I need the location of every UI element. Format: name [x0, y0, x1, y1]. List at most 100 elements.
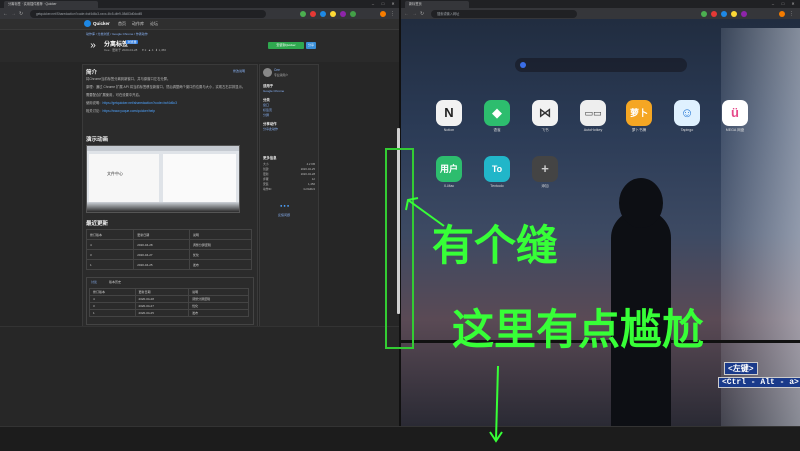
awkward-arrow [489, 366, 503, 443]
extension-icon[interactable] [711, 10, 717, 17]
like-icon[interactable]: ♥ [142, 48, 144, 52]
action-stats: ♥ 2 ▲ 4 ⬇ 1,456 [142, 48, 167, 52]
app-tile[interactable]: ☺ [674, 100, 700, 126]
app-icon: ▭▭ [584, 108, 602, 118]
author-role: 专业版用户 [274, 73, 288, 77]
app-tile-label[interactable]: AutoHotkey [573, 128, 613, 132]
tag[interactable]: 分屏 [263, 113, 269, 117]
maximize-icon[interactable]: □ [778, 0, 788, 8]
extension-icon[interactable] [721, 10, 727, 17]
app-tile[interactable]: ü [722, 100, 748, 126]
breadcrumb-item[interactable]: 作者动作 [136, 32, 148, 36]
right-url-field[interactable]: 搜索或输入网址 [431, 9, 577, 18]
forward-icon[interactable]: → [412, 11, 418, 17]
left-url-field[interactable]: getquicker.net/Sharedaction?code=bcf4d6c… [30, 9, 266, 18]
table-row: 4 2020-04-28 调整分屏逻辑 [89, 295, 249, 303]
right-active-tab[interactable]: 新标签页 [405, 1, 469, 8]
left-active-tab[interactable]: 分离标签 · 实用插件推荐 · Quicker [4, 1, 98, 8]
reload-icon[interactable]: ↻ [19, 11, 25, 17]
discussion-panel: 讨论 版本历史 修订版本 更新日期 说明 4 2020-04-28 调整分屏逻辑… [86, 277, 254, 325]
share-button[interactable]: 分享 [306, 42, 316, 49]
back-icon[interactable]: ← [3, 11, 9, 17]
maximize-icon[interactable]: □ [378, 0, 388, 8]
minimize-icon[interactable]: – [768, 0, 778, 8]
app-tile[interactable]: 用户 [436, 156, 462, 182]
extension-icon[interactable] [741, 10, 747, 17]
back-icon[interactable]: ← [404, 11, 410, 17]
author-name[interactable]: Cee [274, 68, 280, 72]
app-tile-label[interactable]: X-Mac [429, 184, 469, 188]
updates-heading: 最近更新 [86, 221, 109, 227]
app-tile-label[interactable]: 萝卜书摘 [619, 128, 659, 133]
edit-description-button[interactable]: 修改说明 [233, 69, 245, 73]
app-tile[interactable]: ⋈ [532, 100, 558, 126]
app-tile[interactable]: 萝卜 [626, 100, 652, 126]
extension-icon[interactable] [310, 10, 316, 17]
close-icon[interactable]: ✕ [388, 0, 398, 8]
left-address-bar-row: ← → ↻ getquicker.net/Sharedaction?code=b… [0, 8, 400, 19]
extension-icon[interactable] [300, 10, 306, 17]
extension-icon[interactable] [701, 10, 707, 17]
search-engine-icon[interactable] [520, 62, 526, 68]
app-tile-label[interactable]: 飞书 [525, 128, 565, 133]
breadcrumb-item[interactable]: 动作库 [86, 32, 95, 36]
feedback-link[interactable]: 反馈问题 [278, 213, 290, 217]
app-tile[interactable]: + [532, 156, 558, 182]
share-qq-icon[interactable]: ● [287, 203, 290, 208]
left-tab-strip: 分离标签 · 实用插件推荐 · Quicker – □ ✕ [0, 0, 400, 8]
intro-text: 将Chrome当前标签分离到新窗口，并与原窗口左右分屏。 原理：通过 Chrom… [86, 77, 246, 113]
app-tile-label[interactable]: MEGA 网盘 [715, 128, 755, 133]
wallpaper-figure-head [619, 178, 663, 228]
profile-avatar[interactable] [380, 10, 386, 17]
app-tile-label[interactable]: 添加 [525, 184, 565, 189]
nav-item[interactable]: 论坛 [150, 20, 158, 28]
app-tile[interactable]: To [484, 156, 510, 182]
app-tile-label[interactable]: Tapingo [667, 128, 707, 132]
avatar[interactable] [263, 68, 272, 77]
site-logo[interactable] [84, 20, 91, 27]
reload-icon[interactable]: ↻ [420, 11, 426, 17]
usage-link[interactable]: https://getquicker.net/sharedaction?code… [102, 101, 177, 105]
app-tile-label[interactable]: 语雀 [477, 128, 517, 133]
tab-version-history[interactable]: 版本历史 [109, 280, 121, 284]
menu-icon[interactable]: ⋮ [789, 11, 795, 17]
app-icon: 萝卜 [629, 108, 648, 118]
install-button[interactable]: 安装到Quicker [268, 42, 304, 49]
profile-avatar[interactable] [779, 10, 785, 17]
minimize-icon[interactable]: – [368, 0, 378, 8]
extension-icon[interactable] [340, 10, 346, 17]
extension-icon[interactable] [320, 10, 326, 17]
menu-icon[interactable]: ⋮ [390, 11, 396, 17]
close-icon[interactable]: ✕ [788, 0, 798, 8]
breadcrumb-item[interactable]: Google Chrome [112, 32, 133, 36]
table-row: 4 2020-04-28 调整分屏逻辑 [85, 239, 253, 250]
app-tile-label[interactable]: Notion [429, 128, 469, 132]
app-tile-label[interactable]: Textoolo [477, 184, 517, 188]
left-browser-window: 分离标签 · 实用插件推荐 · Quicker – □ ✕ ← → ↻ getq… [0, 0, 400, 326]
extension-icon[interactable] [350, 10, 356, 17]
forward-icon[interactable]: → [11, 11, 17, 17]
search-input[interactable] [515, 58, 687, 72]
version-table: 修订版本 更新日期 说明 4 2020-04-28 调整分屏逻辑 3 2020-… [89, 288, 249, 317]
tag[interactable]: 标签页 [263, 108, 272, 112]
tag[interactable]: 窗口 [263, 103, 269, 107]
app-tile[interactable]: N [436, 100, 462, 126]
empty-desktop-area [0, 326, 400, 427]
thumb-up-icon[interactable]: ▲ [148, 48, 151, 52]
extension-icon[interactable] [731, 10, 737, 17]
site-brand[interactable]: Quicker [93, 20, 110, 28]
intro-panel: 简介 修改说明 将Chrome当前标签分离到新窗口，并与原窗口左右分屏。 原理：… [82, 64, 258, 326]
app-tile[interactable]: ▭▭ [580, 100, 606, 126]
tab-discussion[interactable]: 讨论 [91, 280, 97, 284]
right-tab-strip: 新标签页 – □ ✕ [401, 0, 800, 8]
category-badge[interactable]: 浏览器 [126, 40, 139, 44]
extension-icon[interactable] [330, 10, 336, 17]
discussion-link[interactable]: https://www.yuque.com/quicker/help [102, 109, 155, 113]
nav-item[interactable]: 动作库 [132, 20, 144, 28]
app-tile[interactable]: ◆ [484, 100, 510, 126]
breadcrumb-item[interactable]: 分类浏览 [98, 32, 110, 36]
app-link[interactable]: Google Chrome [263, 89, 284, 93]
demo-inner-text: 文件中心 [107, 171, 123, 176]
nav-item[interactable]: 首页 [118, 20, 126, 28]
share-link[interactable]: 分享此动作 [263, 127, 278, 131]
